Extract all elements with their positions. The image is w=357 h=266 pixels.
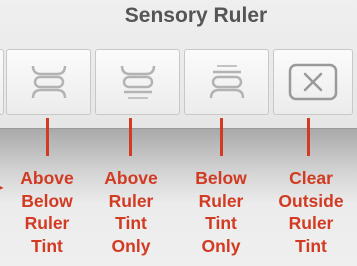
label-line: Tint: [205, 213, 237, 233]
clear-outside-ruler-tint-button[interactable]: [273, 49, 353, 115]
above-ruler-tint-only-button[interactable]: [95, 49, 180, 115]
label-line: Outside: [278, 190, 344, 211]
ruler-tint-above-icon: [120, 65, 155, 99]
clear-x-icon: [288, 63, 338, 101]
callout-pointer: [220, 118, 223, 156]
label-line: Below: [195, 168, 247, 188]
above-below-ruler-tint-button[interactable]: [6, 49, 91, 115]
panel-title: Sensory Ruler: [124, 4, 268, 27]
label-line: Above: [20, 168, 74, 188]
previous-button-edge[interactable]: [0, 49, 4, 115]
label-below-ruler-tint-only: Below Ruler Tint Only: [186, 167, 256, 257]
label-line: Tint: [115, 213, 147, 233]
label-clear-outside-ruler-tint: Clear Outside Ruler Tint: [271, 167, 351, 257]
button-row: [0, 49, 357, 115]
label-line: Only: [111, 235, 151, 256]
label-above-below-ruler-tint: Above Below Ruler Tint: [12, 167, 82, 257]
label-line: Only: [201, 235, 241, 256]
label-above-ruler-tint-only: Above Ruler Tint Only: [96, 167, 166, 257]
label-line: Clear: [289, 168, 333, 188]
label-line: Tint: [295, 235, 327, 256]
callout-pointer: [46, 118, 49, 156]
label-line: Above: [104, 168, 158, 188]
label-line: Tint: [31, 235, 63, 256]
label-line: Ruler: [288, 213, 334, 233]
toolbar-panel: Sensory Ruler: [0, 0, 357, 129]
below-ruler-tint-only-button[interactable]: [184, 49, 269, 115]
callout-pointer: [129, 118, 132, 156]
callout-pointer: [307, 118, 310, 156]
label-line: Below: [21, 190, 73, 211]
label-line: Ruler: [108, 190, 154, 211]
ruler-tint-below-icon: [209, 65, 244, 99]
ruler-tint-above-below-icon: [31, 65, 66, 99]
partial-arrow: ▸: [0, 180, 4, 194]
label-line: Ruler: [198, 190, 244, 211]
label-line: Ruler: [24, 213, 70, 233]
